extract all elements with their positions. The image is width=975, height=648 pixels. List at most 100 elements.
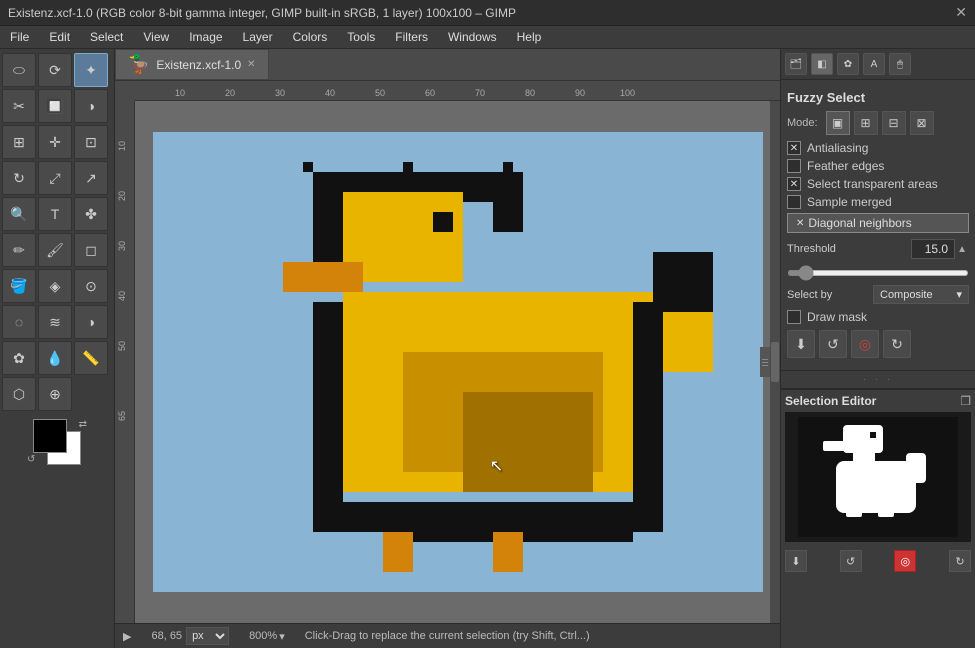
threshold-spin-up[interactable]: ▲ — [955, 244, 969, 255]
canvas-scroll-v[interactable] — [770, 101, 780, 623]
menu-item-filters[interactable]: Filters — [385, 26, 438, 48]
select-by-dropdown[interactable]: Composite ▾ — [873, 285, 969, 304]
panel-tab-icons: 🗂 ◧ ✿ A 🖱 — [781, 49, 975, 80]
tool-align[interactable]: ⊞ — [2, 125, 36, 159]
mode-btn-subtract[interactable]: ⊟ — [882, 111, 906, 135]
tool-by-color[interactable]: 🔲 — [38, 89, 72, 123]
sample-merged-checkbox[interactable] — [787, 195, 801, 209]
se-footer-btn-3[interactable]: ◎ — [894, 550, 916, 572]
panel-icon-undo[interactable]: A — [863, 53, 885, 75]
menu-item-select[interactable]: Select — [80, 26, 133, 48]
feather-edges-checkbox[interactable] — [787, 159, 801, 173]
canvas-tab-bar: 🦆 Existenz.xcf-1.0 ✕ — [115, 49, 780, 81]
menu-item-view[interactable]: View — [133, 26, 179, 48]
canvas-tab-close[interactable]: ✕ — [247, 59, 255, 70]
tool-row-8: ◌ ≋ ◑ — [2, 305, 112, 339]
tool-row-2: ✂ 🔲 ◑ — [2, 89, 112, 123]
tool-shear[interactable]: ↗ — [74, 161, 108, 195]
coords-value: 68, 65 — [151, 630, 182, 642]
canvas-tab-item[interactable]: 🦆 Existenz.xcf-1.0 ✕ — [115, 49, 269, 80]
tool-move[interactable]: ✛ — [38, 125, 72, 159]
tool-ellipse[interactable]: ⬭ — [2, 53, 36, 87]
foreground-color-swatch[interactable] — [33, 419, 67, 453]
tool-clone[interactable]: ⊙ — [74, 269, 108, 303]
selection-editor-expand-icon[interactable]: ❐ — [960, 394, 971, 408]
main-area: ⬭ ⟳ ✦ ✂ 🔲 ◑ ⊞ ✛ ⊡ ↻ ⤢ ↗ 🔍 T ✤ ✏ 🖌 ◻ — [0, 49, 975, 648]
draw-mask-label: Draw mask — [807, 310, 867, 324]
tool-extra1[interactable]: ⬡ — [2, 377, 36, 411]
action-undo-btn[interactable]: ↻ — [883, 330, 911, 358]
tool-color-picker[interactable]: 💧 — [38, 341, 72, 375]
tool-eraser[interactable]: ◻ — [74, 233, 108, 267]
menu-item-layer[interactable]: Layer — [233, 26, 283, 48]
threshold-slider-container — [787, 265, 969, 279]
unit-select[interactable]: px in mm — [186, 627, 229, 645]
mode-btn-intersect[interactable]: ⊠ — [910, 111, 934, 135]
mode-btn-replace[interactable]: ▣ — [826, 111, 850, 135]
diagonal-neighbors-label: Diagonal neighbors — [808, 216, 911, 230]
threshold-value-display: 15.0 — [911, 239, 955, 259]
tool-measure[interactable]: 📏 — [74, 341, 108, 375]
panel-icon-device[interactable]: 🖱 — [889, 53, 911, 75]
draw-mask-row: Draw mask — [787, 310, 969, 324]
tool-paintbrush[interactable]: 🖌 — [38, 233, 72, 267]
status-message: Click-Drag to replace the current select… — [305, 630, 772, 642]
reset-colors-icon[interactable]: ↺ — [27, 454, 35, 465]
action-download-btn[interactable]: ⬇ — [787, 330, 815, 358]
action-reset-btn[interactable]: ◎ — [851, 330, 879, 358]
swap-colors-icon[interactable]: ⇄ — [79, 419, 87, 430]
menu-item-file[interactable]: File — [0, 26, 39, 48]
zoom-dropdown-icon[interactable]: ▾ — [279, 630, 285, 643]
tool-crop[interactable]: ⊡ — [74, 125, 108, 159]
tool-dodge[interactable]: ◑ — [74, 305, 108, 339]
canvas-viewport[interactable]: ↖ — [135, 101, 780, 623]
menu-item-colors[interactable]: Colors — [283, 26, 338, 48]
antialiasing-row: Antialiasing — [787, 141, 969, 155]
tool-foreground-select[interactable]: ◑ — [74, 89, 108, 123]
tool-fuzzy-select[interactable]: ✦ — [74, 53, 108, 87]
menu-item-image[interactable]: Image — [179, 26, 232, 48]
select-transparent-row: Select transparent areas — [787, 177, 969, 191]
tool-free-select[interactable]: ⟳ — [38, 53, 72, 87]
diagonal-neighbors-badge[interactable]: ✕ Diagonal neighbors — [787, 213, 969, 233]
tool-ink[interactable]: ◈ — [38, 269, 72, 303]
tool-pencil[interactable]: ✏ — [2, 233, 36, 267]
tool-paths[interactable]: ✿ — [2, 341, 36, 375]
menu-item-tools[interactable]: Tools — [337, 26, 385, 48]
menu-bar: FileEditSelectViewImageLayerColorsToolsF… — [0, 26, 975, 49]
se-footer-btn-1[interactable]: ⬇ — [785, 550, 807, 572]
tool-rotate[interactable]: ↻ — [2, 161, 36, 195]
tool-scissors[interactable]: ✂ — [2, 89, 36, 123]
antialiasing-checkbox[interactable] — [787, 141, 801, 155]
tool-zoom[interactable]: 🔍 — [2, 197, 36, 231]
mode-btn-add[interactable]: ⊞ — [854, 111, 878, 135]
menu-item-windows[interactable]: Windows — [438, 26, 507, 48]
select-by-label: Select by — [787, 289, 869, 301]
close-button[interactable]: ✕ — [955, 4, 967, 21]
draw-mask-checkbox[interactable] — [787, 310, 801, 324]
menu-item-help[interactable]: Help — [507, 26, 552, 48]
panel-icon-channels[interactable]: ◧ — [811, 53, 833, 75]
tool-heal[interactable]: ✤ — [74, 197, 108, 231]
tool-row-6: ✏ 🖌 ◻ — [2, 233, 112, 267]
se-footer-btn-4[interactable]: ↻ — [949, 550, 971, 572]
tool-smudge[interactable]: ≋ — [38, 305, 72, 339]
select-transparent-checkbox[interactable] — [787, 177, 801, 191]
drag-handle[interactable]: · · · — [781, 370, 975, 389]
menu-item-edit[interactable]: Edit — [39, 26, 80, 48]
threshold-slider[interactable] — [787, 270, 969, 276]
tool-row-5: 🔍 T ✤ — [2, 197, 112, 231]
zoom-value: 800% — [249, 630, 277, 642]
tool-text[interactable]: T — [38, 197, 72, 231]
panel-icon-paths[interactable]: ✿ — [837, 53, 859, 75]
tool-extra2[interactable]: ⊕ — [38, 377, 72, 411]
panel-icon-layers[interactable]: 🗂 — [785, 53, 807, 75]
drag-handle-v[interactable] — [760, 347, 770, 377]
tool-blur[interactable]: ◌ — [2, 305, 36, 339]
zoom-control[interactable]: 800% ▾ — [249, 630, 285, 643]
action-refresh-btn[interactable]: ↺ — [819, 330, 847, 358]
se-footer-btn-2[interactable]: ↺ — [840, 550, 862, 572]
tool-scale[interactable]: ⤢ — [38, 161, 72, 195]
selection-editor-header: Selection Editor ❐ — [785, 394, 971, 408]
tool-fill[interactable]: 🪣 — [2, 269, 36, 303]
